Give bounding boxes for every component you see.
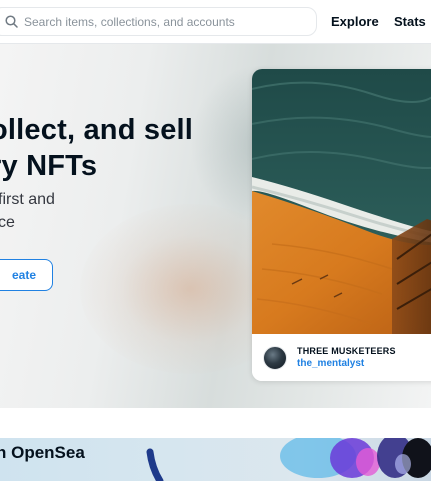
hero-subtitle: first and ce xyxy=(0,188,55,234)
creator-avatar[interactable] xyxy=(263,346,287,370)
top-navbar: Explore Stats xyxy=(0,0,431,44)
featured-nft-image xyxy=(252,69,431,334)
nav-explore-link[interactable]: Explore xyxy=(331,14,379,29)
creator-link[interactable]: the_mentalyst xyxy=(297,358,364,369)
featured-nft-card[interactable]: THREE MUSKETEERS the_mentalyst xyxy=(252,69,431,381)
hero-title: ollect, and sell ry NFTs xyxy=(0,112,193,184)
hero-title-line1: ollect, and sell xyxy=(0,114,194,146)
hero-section: ollect, and sell ry NFTs first and ce ea… xyxy=(0,44,431,408)
hero-subtitle-line2: ce xyxy=(0,214,15,231)
search-input[interactable] xyxy=(24,14,284,29)
collection-name[interactable]: THREE MUSKETEERS xyxy=(297,346,396,356)
banner-title: n OpenSea xyxy=(0,443,85,462)
search-bar[interactable] xyxy=(0,7,317,36)
promo-banner[interactable]: n OpenSea xyxy=(0,438,431,481)
hero-subtitle-line1: first and xyxy=(0,191,55,208)
search-icon xyxy=(5,15,18,28)
featured-nft-footer: THREE MUSKETEERS the_mentalyst xyxy=(252,334,431,381)
create-button[interactable]: eate xyxy=(0,259,53,291)
hero-title-line2: ry NFTs xyxy=(0,150,98,182)
create-button-label: eate xyxy=(11,268,36,282)
nav-stats-link[interactable]: Stats xyxy=(394,14,426,29)
